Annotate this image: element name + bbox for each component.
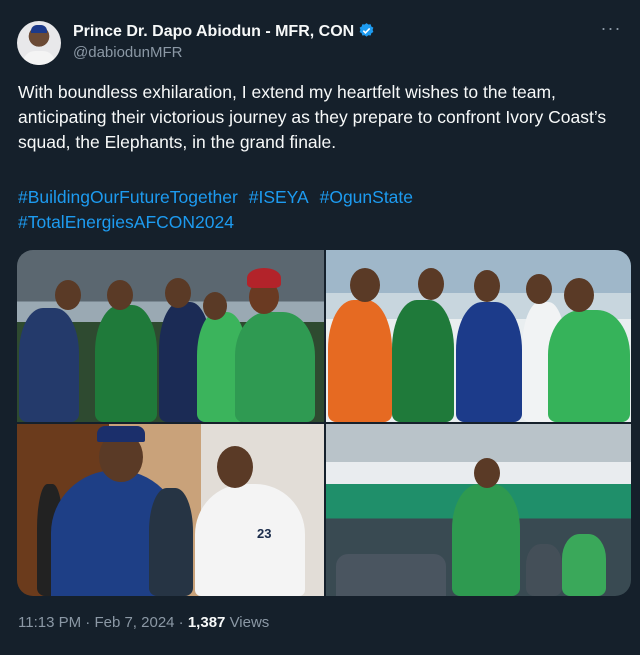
avatar[interactable] (17, 21, 61, 65)
views-label: Views (229, 614, 270, 631)
person-head (350, 268, 380, 302)
person-head (474, 270, 500, 302)
tweet-time[interactable]: 11:13 PM (18, 614, 81, 631)
views-count: 1,387 (187, 614, 226, 631)
head-wrap (247, 268, 281, 288)
person-figure (336, 554, 446, 596)
person-figure (392, 300, 454, 422)
meta-separator: · (85, 614, 91, 631)
person-head (526, 274, 552, 304)
photo-handshake[interactable]: 23 (17, 424, 324, 596)
hashtag-ogun-state[interactable]: #OgunState (320, 187, 413, 207)
person-head (217, 446, 253, 488)
person-figure (452, 484, 520, 596)
photo-stadium[interactable] (326, 424, 631, 596)
person-figure (562, 534, 606, 596)
person-figure (95, 305, 157, 422)
cap (97, 426, 145, 442)
tweet-header: Prince Dr. Dapo Abiodun - MFR, CON @dabi… (17, 19, 623, 67)
hashtag-building-our-future[interactable]: #BuildingOurFutureTogether (18, 187, 238, 207)
hashtags: #BuildingOurFutureTogether #ISEYA #OgunS… (18, 185, 624, 235)
media-grid: 23 (17, 250, 631, 596)
author-name[interactable]: Prince Dr. Dapo Abiodun - MFR, CON (73, 22, 375, 41)
tweet-text: With boundless exhilaration, I extend my… (18, 82, 607, 152)
person-head (203, 292, 227, 320)
tweet-date[interactable]: Feb 7, 2024 (94, 614, 174, 631)
verified-badge-icon (359, 23, 374, 37)
author-handle[interactable]: @dabiodunMFR (73, 44, 182, 61)
person-figure (235, 312, 315, 422)
hashtag-iseya[interactable]: #ISEYA (249, 187, 309, 207)
hashtag-afcon-2024[interactable]: #TotalEnergiesAFCON2024 (18, 212, 234, 232)
photo-group-caps[interactable] (326, 250, 631, 422)
author-name-text[interactable]: Prince Dr. Dapo Abiodun - MFR, CON (73, 23, 354, 40)
photo-group-suits[interactable] (17, 250, 324, 422)
person-figure (526, 544, 562, 596)
person-head (474, 458, 500, 488)
person-figure (195, 484, 305, 596)
person-figure (548, 310, 630, 422)
person-figure (328, 300, 392, 422)
person-figure (149, 488, 193, 596)
person-figure (19, 308, 79, 422)
more-options-icon[interactable]: ··· (599, 19, 623, 43)
avatar-cap (31, 25, 47, 33)
jersey-number: 23 (257, 526, 272, 541)
person-head (55, 280, 81, 310)
avatar-robe (23, 51, 55, 65)
person-figure (456, 302, 522, 422)
person-head (107, 280, 133, 310)
person-head (165, 278, 191, 308)
meta-separator: · (178, 614, 184, 631)
person-head (418, 268, 444, 300)
person-head (564, 278, 594, 312)
tweet-meta: 11:13 PM · Feb 7, 2024 · 1,387 Views (18, 614, 269, 631)
